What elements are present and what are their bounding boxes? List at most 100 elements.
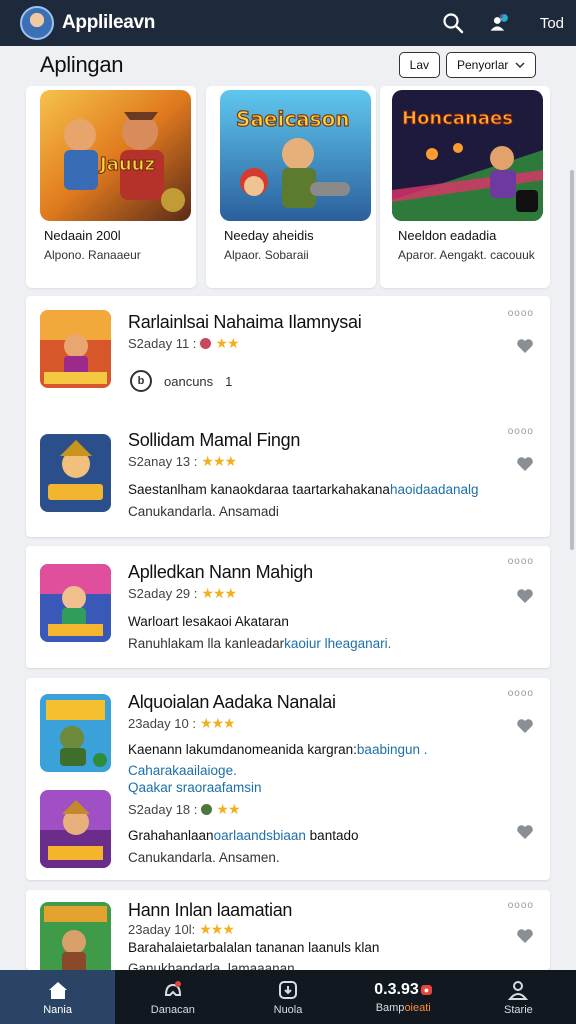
nav-label: Nuola (273, 1003, 303, 1016)
sort-label: Penyorlar (457, 58, 509, 72)
app-title: Aplledkan Nann Mahigh (128, 562, 313, 582)
featured-name: Neeldon eadadia (398, 228, 497, 243)
updates-icon: 0.3.93 ● (374, 981, 433, 999)
featured-section: Aplingan Lav Penyorlar Jauuz Nedaain 200… (26, 46, 550, 288)
user-icon (507, 979, 529, 1001)
nav-profile[interactable]: Starie (461, 970, 576, 1024)
featured-sub: Aparor. Aengakt. cacouuk (398, 248, 535, 262)
star-rating-icon: ★★★ (199, 715, 236, 731)
featured-header: Aplingan Lav Penyorlar (26, 48, 550, 82)
app-meta-text: 23aday 10l: (128, 922, 196, 937)
app-description: Grahahanlaanoarlaandsbiaan bantado (128, 828, 359, 843)
featured-sub: Alpaor. Sobaraii (224, 248, 309, 262)
app-description: Barahalaietarbalalan tananan laanuls kla… (128, 940, 380, 955)
app-meta-text: S2aday 11 : (128, 336, 197, 351)
nav-label: Starie (504, 1003, 533, 1016)
list-item[interactable]: Rarlainlsai Nahaima Ilamnysai S2aday 11 … (26, 296, 550, 406)
app-thumbnail (40, 790, 111, 868)
featured-art-text: Honcanaes (402, 108, 513, 129)
more-dots[interactable]: oooo (508, 426, 534, 437)
more-dots[interactable]: oooo (508, 900, 534, 911)
featured-name: Nedaain 200l (44, 228, 121, 243)
home-icon (47, 979, 69, 1001)
star-rating-icon: ★★ (215, 335, 239, 351)
app-description-secondary: Ganukhandarla. lamaaanan (128, 961, 295, 970)
app-title: Sollidam Mamal Fingn (128, 430, 301, 450)
app-meta-text: 23aday 10 : (128, 716, 196, 731)
nav-label: Danacan (150, 1003, 195, 1016)
app-title: Hann Inlan laamatian (128, 900, 293, 920)
heart-icon[interactable] (516, 928, 534, 944)
featured-name: Needay aheidis (224, 228, 314, 243)
star-rating-icon: ★★★ (201, 585, 237, 601)
featured-title: Aplingan (40, 52, 124, 77)
top-bar-text[interactable]: Tod (540, 15, 564, 32)
nav-label: Bampoieati (375, 1001, 431, 1014)
nav-downloads[interactable]: Nuola (230, 970, 345, 1024)
star-rating-icon: ★★★ (199, 921, 235, 937)
list-item[interactable]: Qaakar sraoraafamsin S2aday 18 : ★★ Grah… (26, 780, 550, 880)
more-dots[interactable]: oooo (508, 308, 534, 319)
featured-card[interactable]: Jauuz Nedaain 200l Alpono. Ranaaeur (26, 86, 196, 288)
more-dots[interactable]: oooo (508, 556, 534, 567)
top-app-bar: Applileavn Tod (0, 0, 576, 46)
app-description-secondary: Canukandarla. Ansamadi (128, 504, 279, 519)
list-item[interactable]: Alquoialan Aadaka Nanalai 23aday 10 : ★★… (26, 678, 550, 778)
nav-label: Nania (43, 1003, 72, 1016)
app-description: Kaenann lakumdanomeanida kargran:baabing… (128, 742, 428, 757)
app-title: Rarlainlsai Nahaima Ilamnysai (128, 312, 362, 332)
featured-game-art: Honcanaes (392, 90, 543, 221)
featured-art-text: Jauuz (98, 154, 155, 175)
capability-count: 1 (225, 373, 233, 389)
avatar[interactable] (20, 6, 54, 40)
app-thumbnail (40, 902, 111, 970)
app-list-card: Rarlainlsai Nahaima Ilamnysai S2aday 11 … (26, 296, 550, 537)
app-thumbnail (40, 694, 111, 772)
app-list-card: Hann Inlan laamatian 23aday 10l: ★★★ ooo… (26, 890, 550, 970)
nav-updates[interactable]: 0.3.93 ● Bampoieati (346, 970, 461, 1024)
featured-art-text: Saeicason (236, 107, 350, 131)
app-meta: 23aday 10l: ★★★ (128, 921, 235, 938)
heart-icon[interactable] (516, 456, 534, 472)
app-thumbnail (40, 434, 111, 512)
featured-card[interactable]: Honcanaes Neeldon eadadia Aparor. Aengak… (380, 86, 550, 288)
sort-dropdown[interactable]: Penyorlar (446, 52, 536, 78)
heart-icon[interactable] (516, 824, 534, 840)
profile-sparkle-icon[interactable] (488, 12, 510, 34)
app-description-link[interactable]: Caharakaailaioge. (128, 763, 237, 778)
capability-icon: b (130, 370, 152, 392)
filter-button[interactable]: Lav (398, 52, 440, 78)
rating-badge-icon (201, 804, 213, 815)
app-meta-text: S2aday 18 : (128, 802, 198, 817)
list-item[interactable]: Aplledkan Nann Mahigh S2aday 29 : ★★★ oo… (26, 546, 550, 668)
app-thumbnail (40, 564, 111, 642)
app-meta-text: S2aday 29 : (128, 586, 198, 601)
app-capability-row: b oancuns 1 (130, 370, 232, 392)
app-thumbnail (40, 310, 111, 388)
nav-home[interactable]: Nania (0, 970, 116, 1024)
search-icon[interactable] (442, 12, 464, 34)
featured-carousel: Jauuz Nedaain 200l Alpono. Ranaaeur Saei… (26, 86, 550, 288)
featured-game-art: Jauuz (40, 90, 191, 221)
star-rating-icon: ★★ (216, 801, 240, 817)
list-item[interactable]: Hann Inlan laamatian 23aday 10l: ★★★ ooo… (26, 890, 550, 970)
app-description-secondary: Ranuhlakam lla kanleadarkaoiur lheaganar… (128, 636, 392, 651)
app-meta-text: S2anay 13 : (128, 454, 198, 469)
top-bar-actions: Tod (442, 12, 564, 34)
scrollbar[interactable] (570, 170, 574, 550)
app-meta: S2aday 11 : ★★ (128, 335, 240, 352)
featured-card[interactable]: Saeicason Needay aheidis Alpaor. Sobarai… (206, 86, 376, 288)
heart-icon[interactable] (516, 338, 534, 354)
heart-icon[interactable] (516, 718, 534, 734)
heart-icon[interactable] (516, 588, 534, 604)
more-dots[interactable]: oooo (508, 688, 534, 699)
featured-controls: Lav Penyorlar (398, 52, 536, 78)
capability-label: oancuns (164, 373, 214, 389)
list-item[interactable]: Sollidam Mamal Fingn S2anay 13 : ★★★ ooo… (26, 416, 550, 537)
nav-games[interactable]: Danacan (115, 970, 230, 1024)
app-meta: S2anay 13 : ★★★ (128, 453, 237, 470)
chevron-down-icon (515, 62, 525, 68)
app-meta: 23aday 10 : ★★★ (128, 715, 236, 732)
app-description-link[interactable]: Qaakar sraoraafamsin (128, 780, 262, 795)
app-meta: S2aday 18 : ★★ (128, 801, 241, 818)
